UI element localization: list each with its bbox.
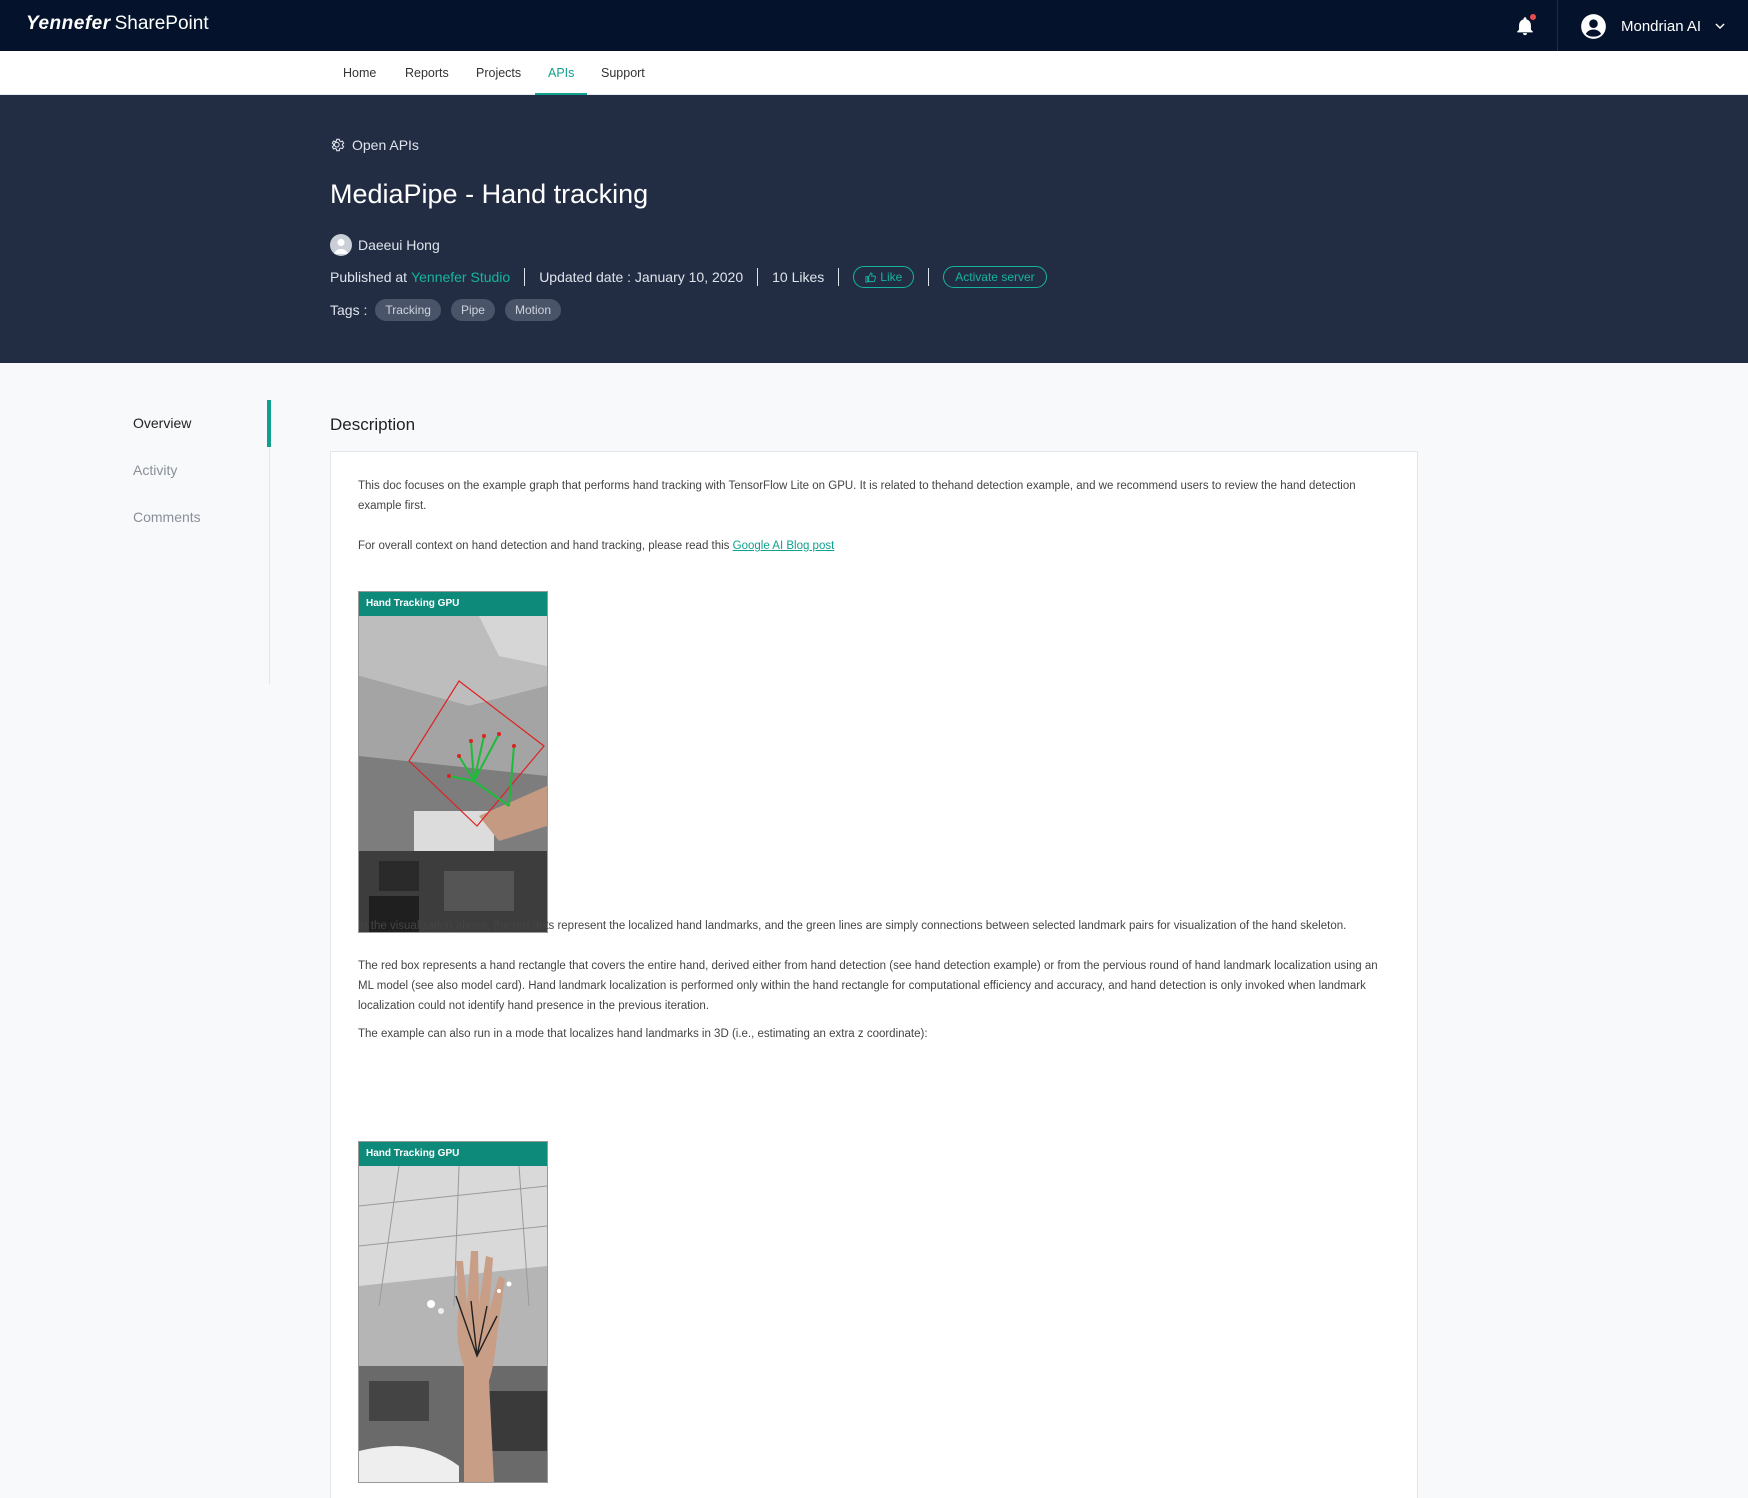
author-name: Daeeui Hong	[358, 237, 440, 253]
main-nav: Home Reports Projects APIs Support	[0, 51, 1748, 95]
tag-chip[interactable]: Motion	[504, 299, 561, 321]
like-button-label: Like	[880, 270, 903, 284]
description-paragraph: The red box represents a hand rectangle …	[358, 960, 1378, 1012]
tab-activity[interactable]: Activity	[133, 462, 177, 478]
breadcrumb-label: Open APIs	[352, 137, 419, 153]
like-button[interactable]: Like	[853, 266, 915, 288]
activate-server-button[interactable]: Activate server	[943, 266, 1047, 288]
thumbs-up-icon	[865, 271, 877, 283]
hand-tracking-3d-image	[359, 1166, 547, 1482]
meta-divider	[757, 268, 759, 286]
user-circle-icon	[1581, 13, 1606, 39]
author: Daeeui Hong	[330, 234, 440, 256]
tab-overview[interactable]: Overview	[133, 415, 191, 431]
breadcrumb[interactable]: Open APIs	[330, 137, 419, 153]
user-name: Mondrian AI	[1621, 17, 1702, 35]
published-label: Published at	[330, 269, 408, 285]
notification-dot	[1530, 14, 1536, 20]
side-tab-active-indicator	[267, 400, 271, 447]
api-meta: Published at Yennefer Studio Updated dat…	[330, 265, 1047, 289]
nav-item-apis[interactable]: APIs	[535, 51, 588, 95]
tags: Tags : Tracking Pipe Motion	[330, 298, 571, 322]
studio-link[interactable]: Yennefer Studio	[411, 269, 510, 285]
description-paragraph: The example can also run in a mode that …	[358, 1028, 928, 1040]
meta-divider	[928, 268, 930, 286]
description-paragraph: This doc focuses on the example graph th…	[358, 480, 1356, 512]
user-menu[interactable]: Mondrian AI	[1580, 12, 1727, 40]
description-paragraph: In the visualization above, the red dots…	[358, 920, 1347, 932]
hand-tracking-image	[359, 616, 547, 932]
avatar-icon	[330, 234, 352, 256]
updated-date: Updated date : January 10, 2020	[539, 269, 744, 285]
screenshot-caption: Hand Tracking GPU	[359, 1142, 547, 1166]
likes-count: 10 Likes	[772, 269, 825, 285]
gear-icon	[331, 138, 345, 152]
tab-comments[interactable]: Comments	[133, 509, 201, 525]
chevron-down-icon	[1715, 23, 1725, 30]
api-header: Open APIs MediaPipe - Hand tracking Daee…	[0, 95, 1748, 363]
page-title: MediaPipe - Hand tracking	[330, 179, 649, 209]
section-title: Description	[330, 415, 416, 434]
topbar-divider	[1557, 0, 1558, 51]
hand-tracking-screenshot: Hand Tracking GPU	[358, 591, 548, 933]
paragraph-text: For overall context on hand detection an…	[358, 540, 733, 552]
google-ai-blog-link[interactable]: Google AI Blog post	[733, 540, 835, 552]
hand-tracking-3d-screenshot: Hand Tracking GPU	[358, 1141, 548, 1483]
meta-divider	[838, 268, 840, 286]
description-paragraph: For overall context on hand detection an…	[358, 536, 1393, 556]
tags-label: Tags :	[330, 302, 368, 318]
screenshot-caption: Hand Tracking GPU	[359, 592, 547, 616]
tag-chip[interactable]: Tracking	[375, 299, 441, 321]
nav-item-projects[interactable]: Projects	[463, 51, 534, 95]
nav-item-support[interactable]: Support	[588, 51, 658, 95]
brand-logo-text: Yennefer	[26, 13, 111, 34]
description-card: This doc focuses on the example graph th…	[330, 451, 1418, 1498]
brand-suite-text: SharePoint	[114, 13, 209, 34]
nav-item-home[interactable]: Home	[330, 51, 389, 95]
meta-divider	[524, 268, 526, 286]
top-bar: Yennefer SharePoint Mondrian AI	[0, 0, 1748, 51]
tag-chip[interactable]: Pipe	[450, 299, 495, 321]
brand-logo[interactable]: Yennefer SharePoint	[26, 13, 209, 35]
nav-item-reports[interactable]: Reports	[392, 51, 462, 95]
